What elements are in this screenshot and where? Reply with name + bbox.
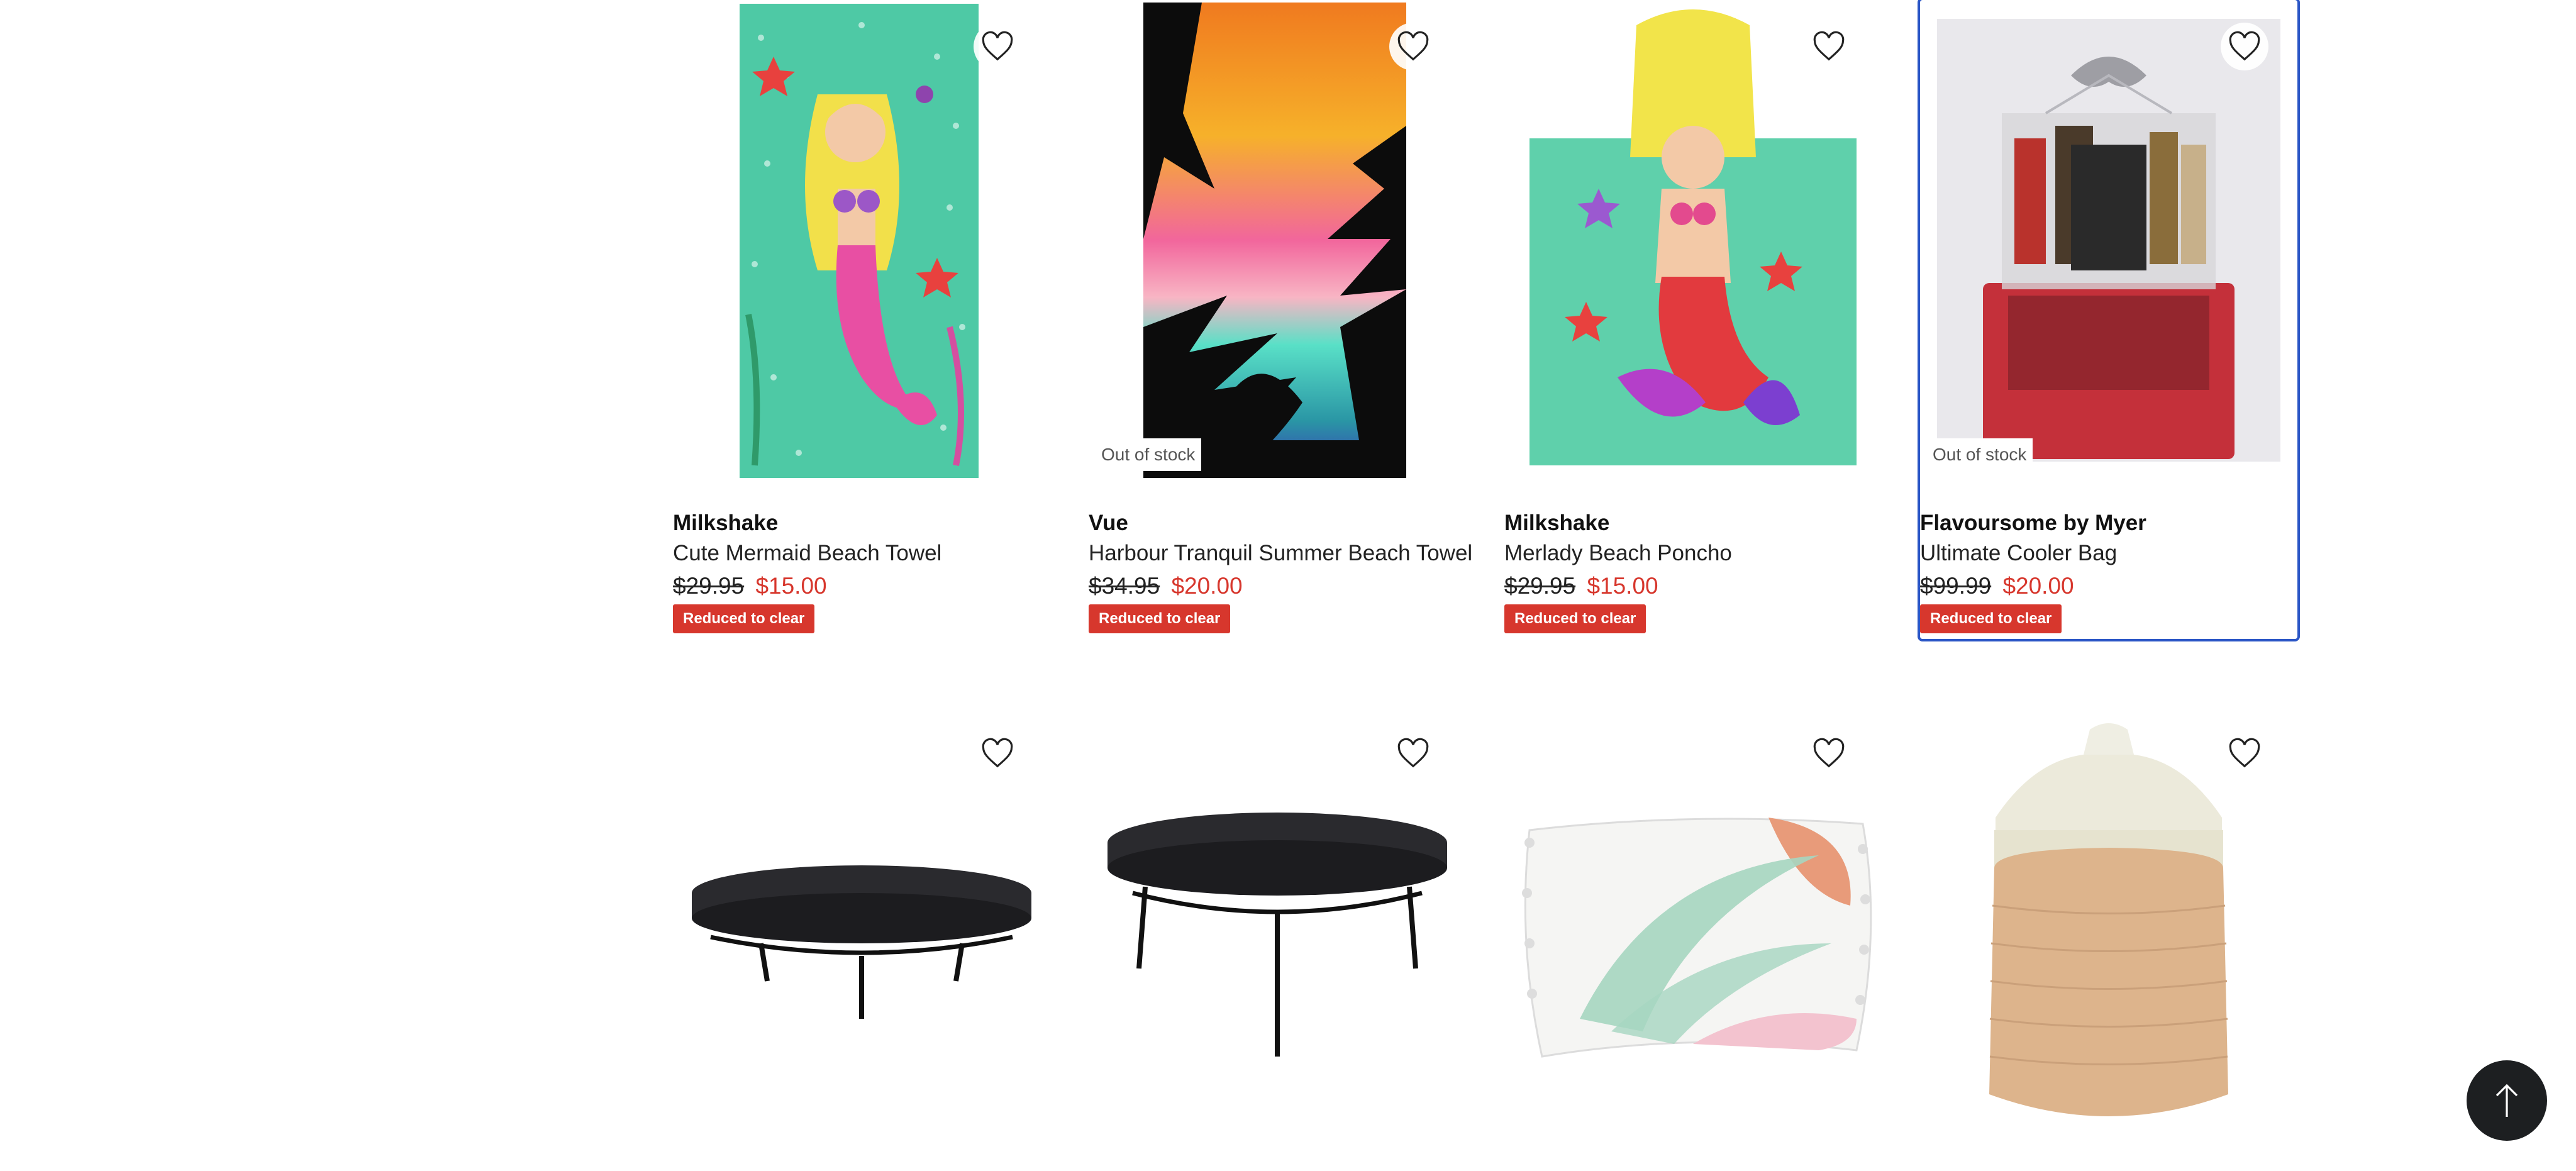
product-image[interactable] [1504,0,1882,478]
product-card[interactable]: Out of stock Vue Harbour Tranquil Summer… [1089,0,1472,639]
out-of-stock-label: Out of stock [1926,438,2033,471]
sale-price: $15.00 [1587,573,1658,599]
arrow-up-icon [2496,1084,2518,1117]
product-brand[interactable]: Milkshake [673,508,1050,538]
product-card[interactable] [1504,704,1882,1171]
product-image[interactable] [1920,704,2297,1171]
product-image[interactable] [673,0,1050,478]
sale-badge: Reduced to clear [1920,604,2062,633]
sale-price: $20.00 [1171,573,1243,599]
wishlist-heart-icon[interactable] [1805,23,1853,70]
product-card[interactable]: Milkshake Cute Mermaid Beach Towel $29.9… [673,0,1050,639]
was-price: $29.95 [1504,573,1576,599]
product-prices: $29.95 $15.00 [673,570,1050,602]
product-name[interactable]: Harbour Tranquil Summer Beach Towel [1089,538,1472,569]
wishlist-heart-icon[interactable] [974,730,1021,777]
product-prices: $99.99 $20.00 [1920,570,2297,602]
product-card[interactable] [673,704,1050,1171]
product-card[interactable] [1920,704,2297,1171]
was-price: $99.99 [1920,573,1992,599]
product-image[interactable] [1504,704,1882,1171]
product-brand[interactable]: Milkshake [1504,508,1882,538]
product-brand[interactable]: Vue [1089,508,1466,538]
product-info[interactable]: Flavoursome by Myer Ultimate Cooler Bag … [1920,508,2297,633]
product-image[interactable] [1089,704,1466,1171]
sale-badge: Reduced to clear [673,604,815,633]
wishlist-heart-icon[interactable] [1389,23,1437,70]
wishlist-heart-icon[interactable] [2221,730,2268,777]
product-name[interactable]: Cute Mermaid Beach Towel [673,538,1050,569]
sale-badge: Reduced to clear [1089,604,1231,633]
was-price: $34.95 [1089,573,1160,599]
out-of-stock-label: Out of stock [1095,438,1202,471]
product-card-selected[interactable]: Out of stock Flavoursome by Myer Ultimat… [1918,0,2300,641]
product-card[interactable]: Milkshake Merlady Beach Poncho $29.95 $1… [1504,0,1882,639]
product-info[interactable]: Milkshake Merlady Beach Poncho $29.95 $1… [1504,508,1882,633]
sale-badge: Reduced to clear [1504,604,1646,633]
product-image[interactable]: Out of stock [1920,0,2297,478]
product-name[interactable]: Merlady Beach Poncho [1504,538,1882,569]
product-brand[interactable]: Flavoursome by Myer [1920,508,2297,538]
product-card[interactable] [1089,704,1466,1171]
product-prices: $34.95 $20.00 [1089,570,1466,602]
product-info[interactable]: Vue Harbour Tranquil Summer Beach Towel … [1089,508,1472,633]
wishlist-heart-icon[interactable] [1389,730,1437,777]
product-prices: $29.95 $15.00 [1504,570,1882,602]
back-to-top-button[interactable] [2467,1060,2547,1141]
wishlist-heart-icon[interactable] [974,23,1021,70]
product-info[interactable]: Milkshake Cute Mermaid Beach Towel $29.9… [673,508,1050,633]
sale-price: $20.00 [2002,573,2074,599]
was-price: $29.95 [673,573,745,599]
product-image[interactable]: Out of stock [1089,0,1466,478]
product-name[interactable]: Ultimate Cooler Bag [1920,538,2297,569]
wishlist-heart-icon[interactable] [2221,23,2268,70]
product-image[interactable] [673,704,1050,1171]
wishlist-heart-icon[interactable] [1805,730,1853,777]
sale-price: $15.00 [755,573,827,599]
